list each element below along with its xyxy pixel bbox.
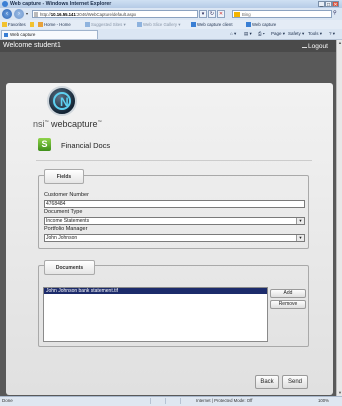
refresh-icon[interactable]: ↻	[208, 10, 216, 18]
minimize-button[interactable]: _	[318, 1, 325, 8]
search-go-icon[interactable]: ⚲	[333, 10, 337, 16]
portfolio-manager-label: Portfolio Manager	[44, 226, 88, 232]
close-window-button[interactable]: ✕	[332, 1, 339, 8]
menu-safety[interactable]: Safety ▾	[288, 31, 304, 37]
window-title: Web capture - Windows Internet Explorer	[10, 1, 112, 7]
scroll-up-icon[interactable]: ▲	[337, 40, 342, 46]
address-dropdown-icon[interactable]: ▾	[199, 10, 207, 18]
address-bar[interactable]: http://10.16.55.141:2046/WebCapture/defa…	[32, 10, 198, 18]
fav-home[interactable]: Home - Home	[38, 21, 71, 28]
chevron-down-icon[interactable]: ▼	[296, 235, 304, 241]
key-icon	[302, 43, 307, 48]
document-type-label: Document Type	[44, 209, 83, 215]
add-button[interactable]: Add	[270, 289, 306, 298]
favorites-button[interactable]: Favorites	[2, 21, 26, 28]
document-type-icon: S	[38, 138, 51, 151]
fav-web-slice-gallery[interactable]: Web Slice Gallery ▾	[137, 21, 180, 28]
bing-icon	[234, 12, 240, 17]
list-item[interactable]: John Johnson bank statement.tif	[44, 288, 267, 294]
ie-logo-icon	[2, 1, 8, 7]
zoom-level[interactable]: 100%	[318, 398, 329, 403]
back-nav-icon[interactable]: ‹	[2, 9, 12, 19]
page-title: Financial Docs	[61, 141, 111, 150]
remove-button[interactable]: Remove	[270, 300, 306, 309]
welcome-text: Welcome student1	[3, 42, 61, 49]
search-box[interactable]: Bing	[232, 10, 332, 18]
security-zone: Internet | Protected Mode: Off	[196, 398, 253, 403]
portfolio-manager-select[interactable]: John Johnson ▼	[44, 234, 305, 242]
send-button[interactable]: Send	[282, 375, 308, 389]
menu-tools[interactable]: Tools ▾	[308, 31, 322, 37]
ie-page-icon	[246, 22, 251, 28]
menu-help[interactable]: ? ▾	[329, 31, 335, 37]
chevron-down-icon[interactable]: ▼	[296, 218, 304, 224]
status-text: Done	[2, 398, 13, 403]
customer-number-label: Customer Number	[44, 192, 89, 198]
star-icon	[2, 22, 7, 28]
fav-web-capture-client[interactable]: Web capture client	[191, 21, 233, 28]
customer-number-field[interactable]: 4768484	[44, 200, 305, 208]
menu-page[interactable]: Page ▾	[271, 31, 285, 37]
add-favorite-icon[interactable]	[30, 21, 35, 28]
fav-web-capture[interactable]: Web capture	[246, 21, 276, 28]
logout-link[interactable]: Logout	[302, 43, 328, 50]
back-button[interactable]: Back	[255, 375, 279, 389]
forward-nav-icon[interactable]: ›	[14, 9, 24, 19]
documents-legend: Documents	[44, 260, 95, 275]
stop-icon[interactable]: ✕	[217, 10, 225, 18]
tab-web-capture[interactable]: Web capture	[1, 30, 98, 39]
fields-legend: Fields	[44, 169, 84, 184]
home-folder-icon	[38, 22, 43, 28]
search-placeholder: Bing	[242, 12, 251, 17]
divider	[36, 160, 312, 161]
favorite-add-icon	[30, 22, 34, 28]
documents-list[interactable]: John Johnson bank statement.tif	[43, 287, 268, 342]
brand-name: nsi™ webcapture™	[33, 119, 102, 129]
feeds-icon[interactable]: ▤ ▾	[244, 31, 252, 37]
fav-suggested-sites[interactable]: Suggested Sites ▾	[85, 21, 126, 28]
page-icon	[34, 12, 38, 17]
address-url[interactable]: http://10.16.55.141:2046/WebCapture/defa…	[40, 12, 136, 17]
tab-page-icon	[4, 33, 8, 37]
maximize-button[interactable]: □	[325, 1, 332, 8]
home-icon[interactable]: ⌂ ▾	[230, 31, 236, 37]
history-dropdown-icon[interactable]: ▾	[26, 11, 28, 16]
ie-page-icon	[85, 22, 90, 28]
print-icon[interactable]: ⎙ ▾	[258, 31, 265, 36]
app-header: Welcome student1 Logout	[0, 40, 336, 52]
nsi-logo-icon: N	[47, 86, 77, 116]
document-type-select[interactable]: Income Statements ▼	[44, 217, 305, 225]
ie-page-icon	[137, 22, 142, 28]
vertical-scrollbar[interactable]: ▲ ▼	[336, 40, 342, 396]
tab-row: Web capture ⌂ ▾ ▤ ▾ ⎙ ▾ Page ▾ Safety ▾ …	[0, 29, 342, 40]
ie-page-icon	[191, 22, 196, 28]
